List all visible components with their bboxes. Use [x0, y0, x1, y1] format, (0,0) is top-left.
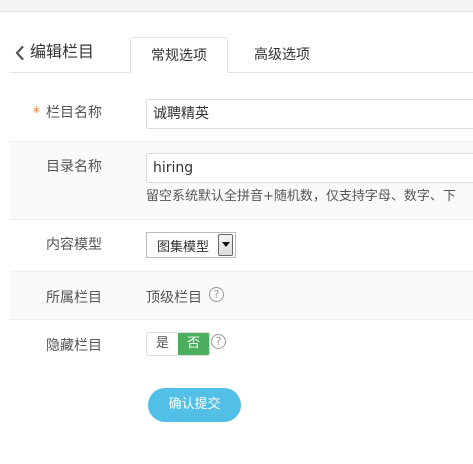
name-input[interactable]: 诚聘精英 — [146, 99, 473, 129]
caret-down-icon[interactable] — [218, 234, 233, 256]
question-circle-icon[interactable]: ? — [211, 334, 226, 349]
hidden-label: 隐藏栏目 — [46, 338, 102, 354]
chevron-left-icon[interactable] — [12, 45, 26, 61]
dir-label: 目录名称 — [46, 159, 102, 175]
model-select[interactable]: 图集模型 — [146, 232, 236, 258]
parent-value: 顶级栏目 — [146, 290, 202, 306]
dir-hint: 留空系统默认全拼音+随机数，仅支持字母、数字、下 — [146, 189, 456, 204]
row-divider — [10, 319, 473, 320]
question-circle-icon[interactable]: ? — [209, 287, 224, 302]
submit-button[interactable]: 确认提交 — [148, 388, 241, 422]
toggle-option-no[interactable]: 否 — [178, 333, 209, 355]
tab-advanced-options[interactable]: 高级选项 — [236, 37, 328, 73]
page-title: 编辑栏目 — [30, 42, 95, 61]
row-divider — [10, 141, 473, 142]
name-label: 栏目名称 — [46, 105, 102, 121]
toggle-option-yes[interactable]: 是 — [147, 333, 178, 355]
parent-label: 所属栏目 — [46, 290, 102, 306]
hidden-toggle[interactable]: 是 否 — [146, 332, 210, 356]
model-label: 内容模型 — [46, 237, 102, 253]
tab-general-options[interactable]: 常规选项 — [130, 37, 228, 73]
model-select-value: 图集模型 — [157, 239, 210, 255]
top-bar — [0, 0, 473, 12]
required-mark: * — [33, 105, 40, 121]
row-divider — [10, 219, 473, 220]
dir-input[interactable]: hiring — [146, 153, 473, 183]
